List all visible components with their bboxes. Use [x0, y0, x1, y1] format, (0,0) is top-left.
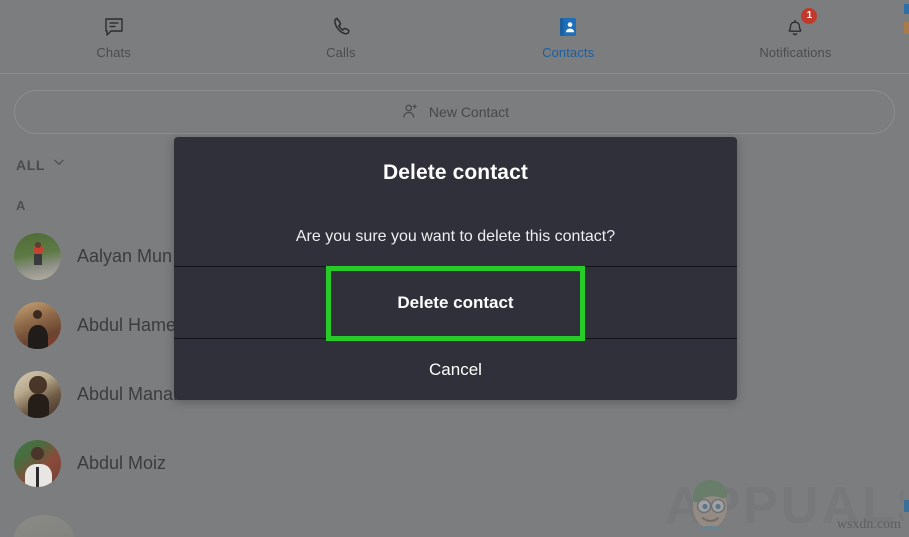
new-contact-button[interactable]: New Contact [14, 90, 895, 134]
nav-item-contacts[interactable]: Contacts [455, 0, 682, 74]
avatar [14, 302, 61, 349]
edge-mark-blue [904, 4, 909, 14]
contacts-filter-label: ALL [16, 156, 46, 173]
dialog-message: Are you sure you want to delete this con… [295, 228, 616, 245]
avatar [14, 371, 61, 418]
contact-card-icon [555, 14, 581, 40]
chevron-down-icon [52, 155, 66, 174]
contact-name: Abdul Hame [77, 315, 177, 335]
avatar [14, 440, 61, 487]
contact-name: Abdul Moiz [77, 453, 167, 473]
phone-handset-icon [328, 14, 354, 40]
person-plus-icon [400, 101, 420, 124]
delete-contact-dialog: Delete contact Are you sure you want to … [174, 137, 737, 400]
notifications-badge: 1 [801, 7, 818, 24]
new-contact-label: New Contact [428, 104, 510, 120]
nav-label-chats: Chats [96, 44, 131, 60]
app-window: Chats Calls Contacts 1 Notifications New… [0, 0, 909, 537]
edge-mark-blue-lower [904, 500, 909, 512]
nav-item-notifications[interactable]: 1 Notifications [682, 0, 909, 74]
confirm-delete-contact-button[interactable]: Delete contact [174, 267, 737, 338]
nav-item-calls[interactable]: Calls [227, 0, 454, 74]
cancel-button[interactable]: Cancel [174, 339, 737, 400]
nav-item-chats[interactable]: Chats [0, 0, 227, 74]
source-site-label: wsxdn.com [836, 517, 901, 532]
contact-name: Abdul Manan [77, 384, 184, 404]
nav-label-calls: Calls [326, 44, 356, 60]
window-right-edge [904, 0, 909, 537]
top-navigation-bar: Chats Calls Contacts 1 Notifications [0, 0, 909, 74]
bell-icon: 1 [782, 7, 818, 40]
contacts-filter-dropdown[interactable]: ALL [16, 155, 66, 174]
dialog-title: Delete contact [383, 161, 528, 184]
contact-list-item[interactable]: Abdul Moiz [0, 429, 520, 498]
nav-label-contacts: Contacts [542, 44, 595, 60]
chat-bubble-icon [101, 14, 127, 40]
nav-label-notifications: Notifications [759, 44, 832, 60]
avatar [14, 233, 61, 280]
contact-name: Aalyan Mun [77, 246, 173, 266]
edge-mark-orange [904, 22, 909, 34]
